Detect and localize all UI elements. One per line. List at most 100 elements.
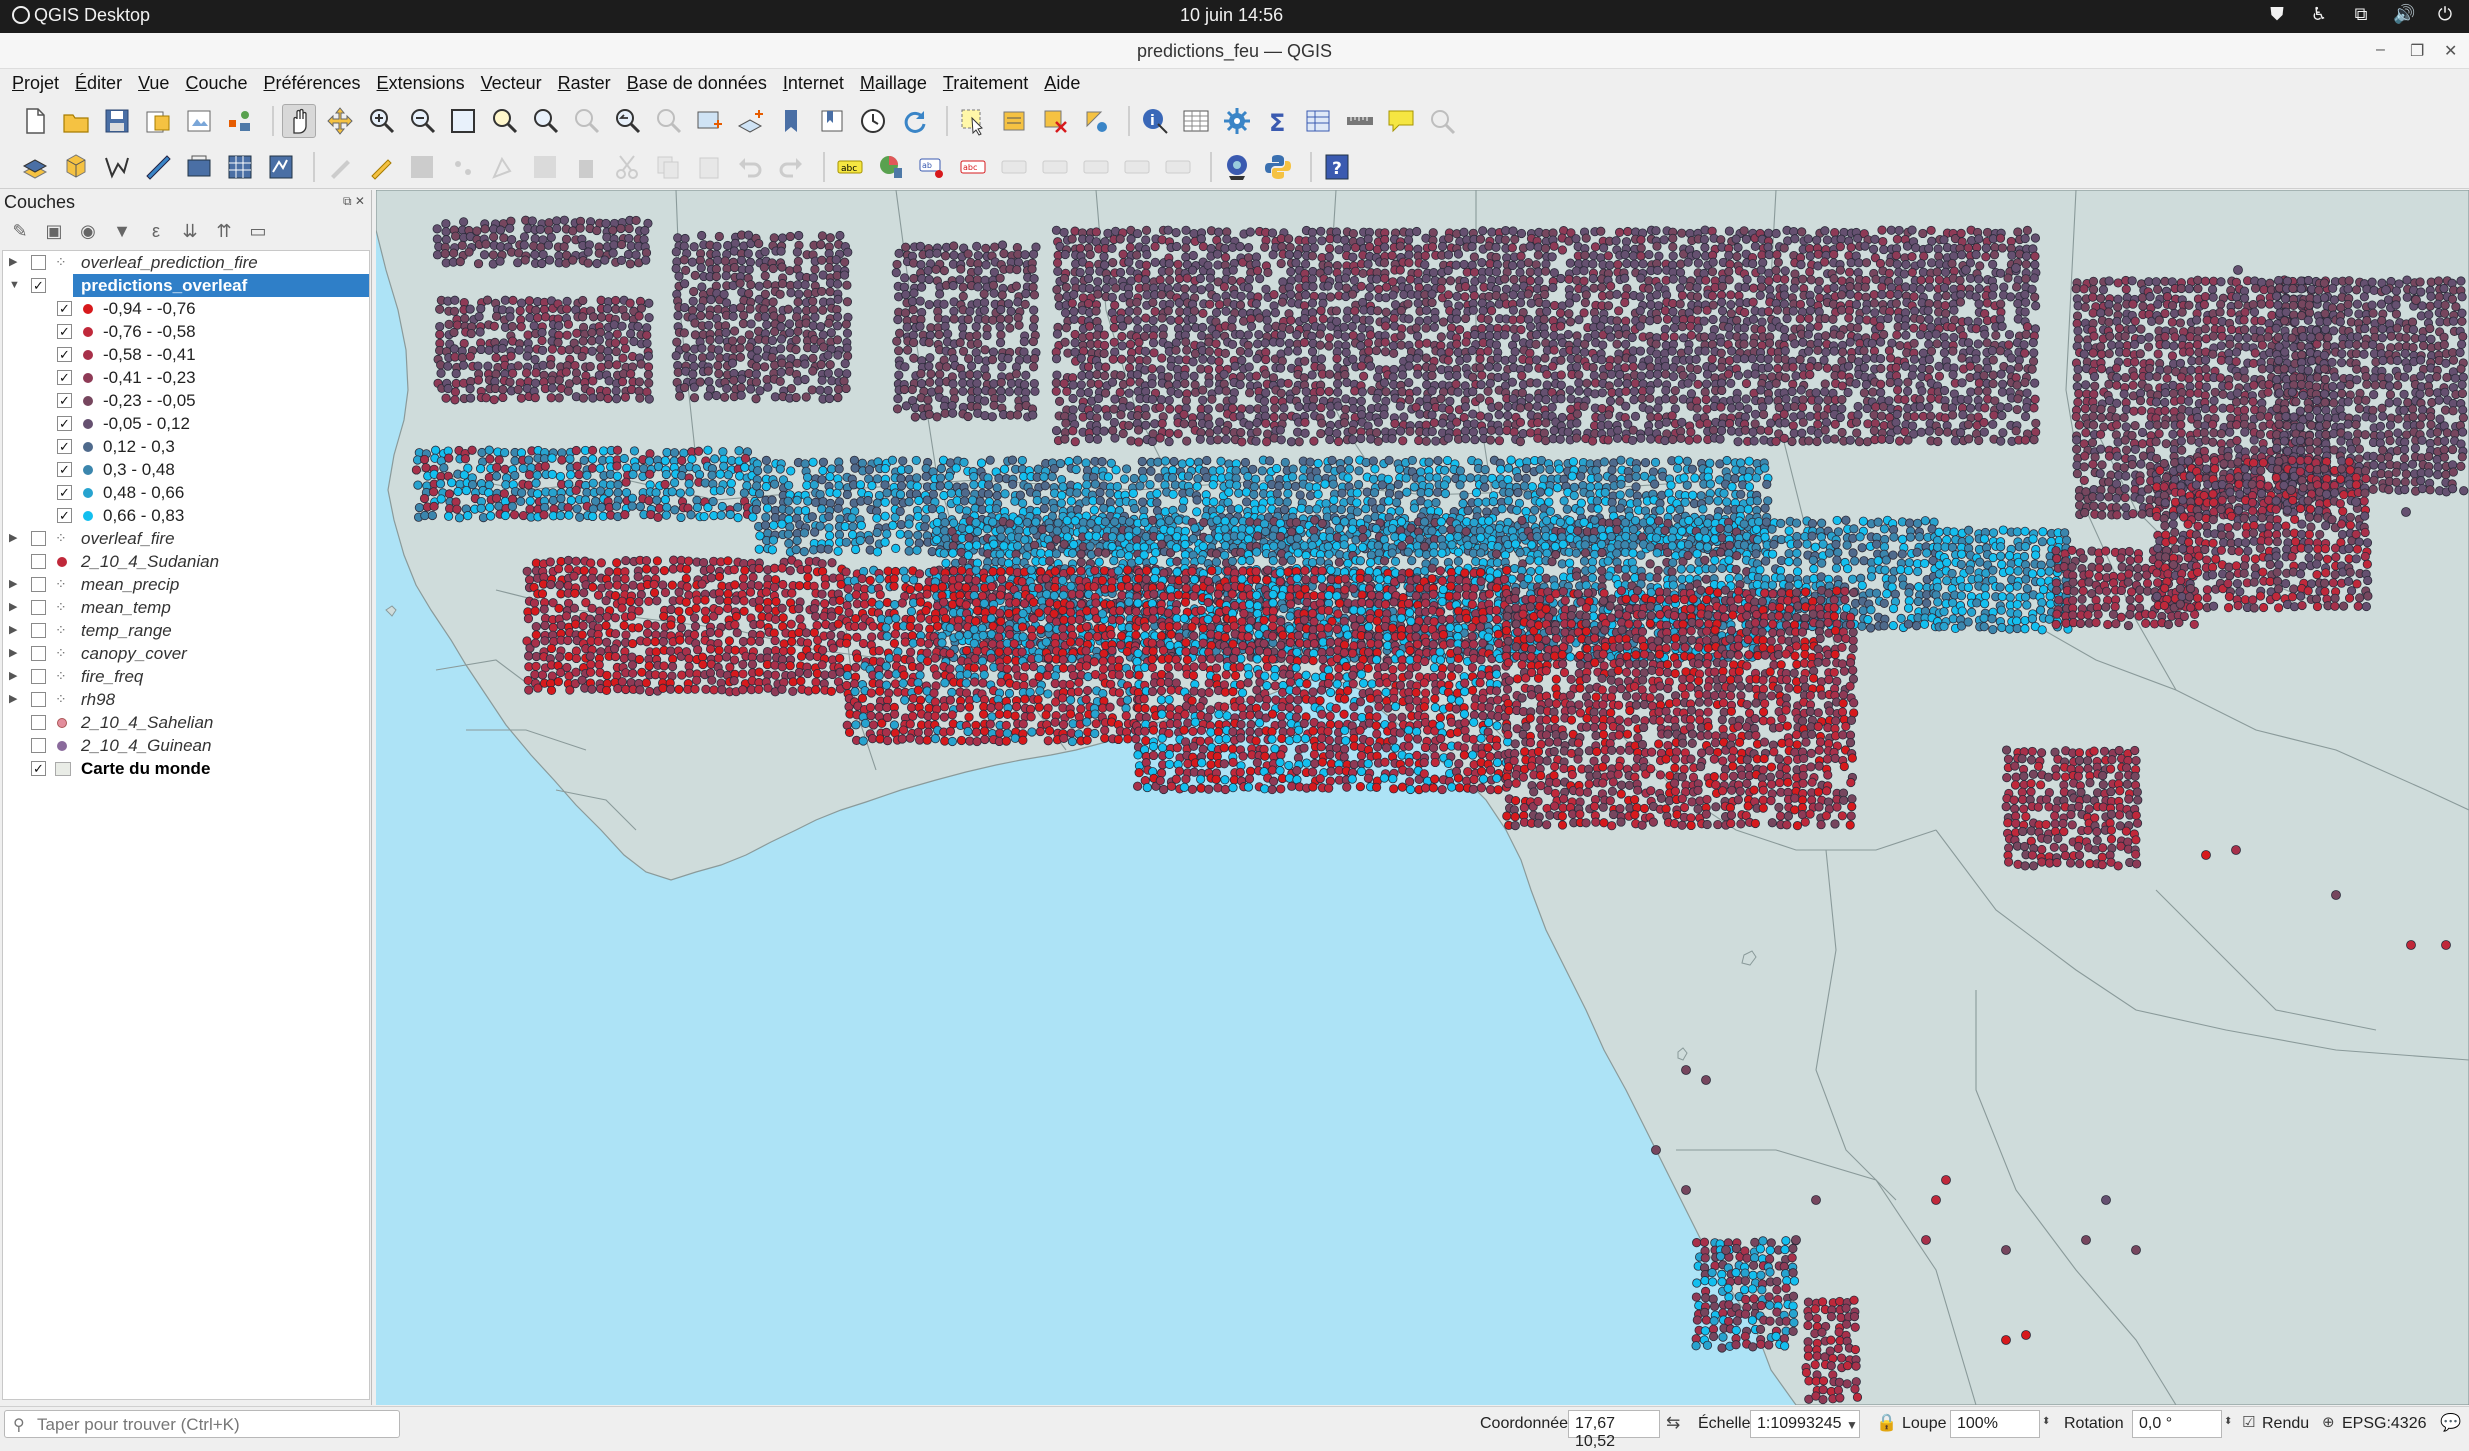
- menu-editer[interactable]: Éditer: [73, 69, 130, 99]
- deselect-icon[interactable]: [1038, 104, 1072, 138]
- map-canvas[interactable]: [376, 190, 2469, 1405]
- legend-class-checkbox[interactable]: ✓: [57, 439, 72, 454]
- statistics-icon[interactable]: Σ: [1261, 104, 1295, 138]
- menu-extensions[interactable]: Extensions: [375, 69, 473, 99]
- menu-couche[interactable]: Couche: [183, 69, 255, 99]
- expand-arrow-icon[interactable]: ▶: [9, 688, 17, 711]
- paste-icon[interactable]: [692, 150, 726, 184]
- new-shapefile-icon[interactable]: [100, 150, 134, 184]
- vertex-tool-icon[interactable]: [487, 150, 521, 184]
- legend-class-checkbox[interactable]: ✓: [57, 301, 72, 316]
- select-location-icon[interactable]: [1079, 104, 1113, 138]
- menu-internet[interactable]: Internet: [781, 69, 852, 99]
- map-tips-icon[interactable]: [1384, 104, 1418, 138]
- legend-class-item[interactable]: ✓ -0,94 - -0,76: [3, 297, 369, 320]
- expand-arrow-icon[interactable]: ▶: [9, 251, 17, 274]
- attribute-table-icon[interactable]: [1179, 104, 1213, 138]
- menu-vecteur[interactable]: Vecteur: [479, 69, 550, 99]
- legend-class-checkbox[interactable]: ✓: [57, 347, 72, 362]
- redo-icon[interactable]: [774, 150, 808, 184]
- expand-arrow-icon[interactable]: ▶: [9, 573, 17, 596]
- zoom-layer-icon[interactable]: [528, 104, 562, 138]
- add-raster-icon[interactable]: [223, 150, 257, 184]
- copy-icon[interactable]: [651, 150, 685, 184]
- add-point-icon[interactable]: [446, 150, 480, 184]
- new-geopackage-icon[interactable]: [59, 150, 93, 184]
- layer-visibility-checkbox[interactable]: [31, 692, 46, 707]
- legend-class-checkbox[interactable]: ✓: [57, 393, 72, 408]
- zoom-full-icon[interactable]: [446, 104, 480, 138]
- filter-legend-icon[interactable]: ▼: [110, 219, 134, 243]
- current-edits-icon[interactable]: [323, 150, 357, 184]
- move-label-icon[interactable]: [997, 150, 1031, 184]
- layer-visibility-checkbox[interactable]: [31, 255, 46, 270]
- pin-labels-icon[interactable]: ab: [915, 150, 949, 184]
- legend-class-item[interactable]: ✓ 0,48 - 0,66: [3, 481, 369, 504]
- identify-features-icon[interactable]: i: [1138, 104, 1172, 138]
- python-console-icon[interactable]: [1261, 150, 1295, 184]
- pan-to-selection-icon[interactable]: [323, 104, 357, 138]
- remove-layer-icon[interactable]: ▭: [246, 219, 270, 243]
- label-properties-icon[interactable]: [1161, 150, 1195, 184]
- modify-attributes-icon[interactable]: [528, 150, 562, 184]
- measure-icon[interactable]: [1343, 104, 1377, 138]
- new-map-view-icon[interactable]: [692, 104, 726, 138]
- layer-visibility-checkbox[interactable]: ✓: [31, 278, 46, 293]
- show-bookmarks-icon[interactable]: [815, 104, 849, 138]
- restore-icon[interactable]: ❐: [2410, 41, 2424, 61]
- new-bookmark-icon[interactable]: [774, 104, 808, 138]
- select-features-icon[interactable]: [956, 104, 990, 138]
- network-icon[interactable]: ⧉: [2351, 4, 2371, 25]
- layer-visibility-checkbox[interactable]: [31, 623, 46, 638]
- layer-visibility-checkbox[interactable]: [31, 577, 46, 592]
- minimize-icon[interactable]: –: [2376, 41, 2385, 59]
- power-icon[interactable]: ⏻: [2435, 4, 2455, 25]
- zoom-out-icon[interactable]: [405, 104, 439, 138]
- data-source-manager-icon[interactable]: [18, 150, 52, 184]
- refresh-icon[interactable]: [897, 104, 931, 138]
- rotate-label-icon[interactable]: [1079, 150, 1113, 184]
- layer-item[interactable]: 2_10_4_Sudanian: [3, 550, 369, 573]
- open-project-icon[interactable]: [59, 104, 93, 138]
- layer-item[interactable]: ▶ ⁘ mean_temp: [3, 596, 369, 619]
- toggle-editing-icon[interactable]: [364, 150, 398, 184]
- layer-item[interactable]: ▶ ⁘ overleaf_prediction_fire: [3, 251, 369, 274]
- menu-traitement[interactable]: Traitement: [941, 69, 1036, 99]
- new-virtual-layer-icon[interactable]: [182, 150, 216, 184]
- zoom-selection-icon[interactable]: [487, 104, 521, 138]
- system-tray[interactable]: ⛊ ♿ ⧉ 🔊 ⏻: [2267, 4, 2455, 25]
- expand-arrow-icon[interactable]: ▶: [9, 642, 17, 665]
- layer-item[interactable]: ▶ ⁘ overleaf_fire: [3, 527, 369, 550]
- zoom-next-icon[interactable]: [651, 104, 685, 138]
- legend-class-checkbox[interactable]: ✓: [57, 485, 72, 500]
- close-icon[interactable]: ✕: [2444, 41, 2457, 61]
- undo-icon[interactable]: [733, 150, 767, 184]
- legend-class-item[interactable]: ✓ 0,12 - 0,3: [3, 435, 369, 458]
- highlight-labels-icon[interactable]: abc: [956, 150, 990, 184]
- label-toolbar-icon[interactable]: abc: [833, 150, 867, 184]
- zoom-in-icon[interactable]: [364, 104, 398, 138]
- legend-class-item[interactable]: ✓ 0,66 - 0,83: [3, 504, 369, 527]
- cut-icon[interactable]: [610, 150, 644, 184]
- expand-all-icon[interactable]: ⇊: [178, 219, 202, 243]
- change-label-icon[interactable]: [1120, 150, 1154, 184]
- save-edits-icon[interactable]: [405, 150, 439, 184]
- legend-class-item[interactable]: ✓ 0,3 - 0,48: [3, 458, 369, 481]
- layer-visibility-checkbox[interactable]: [31, 600, 46, 615]
- menu-preferences[interactable]: Préférences: [261, 69, 368, 99]
- layer-visibility-checkbox[interactable]: [31, 646, 46, 661]
- save-as-icon[interactable]: [141, 104, 175, 138]
- zoom-native-icon[interactable]: [569, 104, 603, 138]
- manage-map-themes-icon[interactable]: ◉: [76, 219, 100, 243]
- add-group-icon[interactable]: ▣: [42, 219, 66, 243]
- volume-icon[interactable]: 🔊: [2393, 4, 2415, 25]
- legend-class-checkbox[interactable]: ✓: [57, 416, 72, 431]
- legend-class-item[interactable]: ✓ -0,23 - -0,05: [3, 389, 369, 412]
- layer-visibility-checkbox[interactable]: [31, 715, 46, 730]
- layer-item[interactable]: 2_10_4_Guinean: [3, 734, 369, 757]
- legend-class-checkbox[interactable]: ✓: [57, 508, 72, 523]
- layer-visibility-checkbox[interactable]: ✓: [31, 761, 46, 776]
- layer-item[interactable]: ▶ ⁘ temp_range: [3, 619, 369, 642]
- show-hide-labels-icon[interactable]: [1038, 150, 1072, 184]
- menu-vue[interactable]: Vue: [136, 69, 177, 99]
